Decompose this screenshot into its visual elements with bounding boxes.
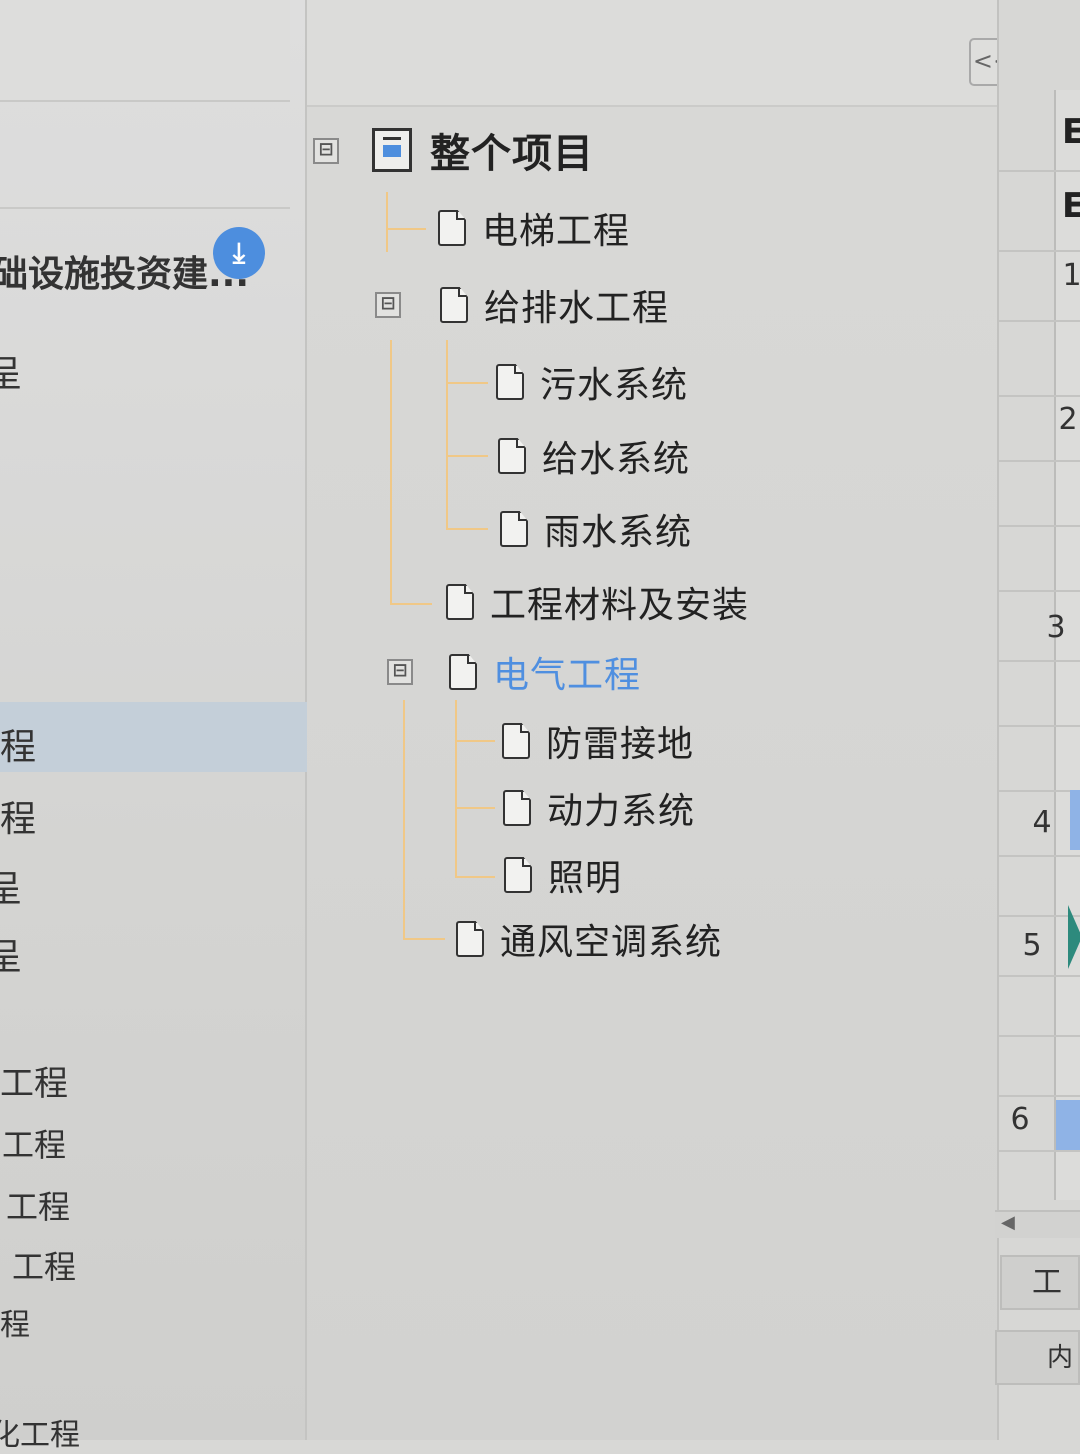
tree-node-label: 动力系统 (547, 791, 696, 832)
document-icon (503, 790, 531, 826)
document-icon (496, 364, 524, 400)
document-icon (504, 857, 532, 893)
column-header[interactable]: E (1062, 112, 1080, 152)
document-icon (456, 921, 484, 957)
left-item[interactable]: 工程 (6, 1182, 70, 1228)
tree-line (448, 528, 488, 530)
expander-toggle[interactable]: ⊟ (387, 659, 413, 685)
project-name[interactable]: 础设施投资建... (0, 245, 249, 297)
tree-line (448, 455, 488, 457)
tree-line (403, 700, 405, 940)
tree-node-label: 工程材料及安装 (490, 585, 750, 626)
tree-node[interactable]: 雨水系统 (500, 507, 692, 553)
tree-node-label: 给水系统 (542, 439, 691, 480)
expander-toggle[interactable]: ⊟ (313, 138, 339, 164)
tree-node-label: 雨水系统 (544, 512, 693, 553)
left-item[interactable]: 工程 (0, 1056, 68, 1105)
tree-node[interactable]: 电梯工程 (438, 206, 630, 252)
sheet-tab[interactable]: 内 (995, 1330, 1080, 1385)
tree-node[interactable]: 通风空调系统 (456, 917, 722, 963)
left-panel: ⤓ 础设施投资建... 呈 程 程 呈 呈 工程 工程 工程 工程 程 化工程 (0, 0, 312, 1453)
tree-line (457, 740, 495, 742)
tree-node[interactable]: 动力系统 (503, 786, 695, 832)
left-item[interactable]: 呈 (0, 860, 22, 912)
left-panel-toolbar: ⤓ (0, 102, 290, 279)
tree-toolbar (307, 0, 997, 107)
tree-line (448, 382, 488, 384)
left-item[interactable]: 化工程 (0, 1410, 80, 1454)
scroll-left-icon[interactable]: ◀ (995, 1210, 1080, 1238)
tree-node-selected[interactable]: 电气工程 (449, 650, 641, 696)
tree-line (392, 603, 432, 605)
left-item-selected[interactable] (0, 702, 312, 772)
tree-node[interactable]: 防雷接地 (502, 719, 694, 765)
selected-cell[interactable] (1056, 1100, 1080, 1150)
row-number[interactable]: 4 (1022, 805, 1062, 840)
tree-line (386, 228, 426, 230)
document-icon (502, 723, 530, 759)
tree-node[interactable]: 污水系统 (496, 360, 688, 406)
tree-node-root[interactable]: 整个项目 (372, 128, 594, 177)
tree-line (446, 340, 448, 530)
selected-cell[interactable] (1070, 790, 1080, 850)
tree-line (405, 938, 445, 940)
tree-node-label: 给排水工程 (484, 288, 670, 329)
left-item[interactable]: 程 (0, 1300, 30, 1344)
row-number[interactable]: 1 (1052, 258, 1080, 293)
row-number[interactable]: 2 (1048, 402, 1080, 437)
document-icon (500, 511, 528, 547)
tree-node-label: 通风空调系统 (500, 922, 723, 963)
tree-node-label: 污水系统 (540, 365, 689, 406)
tree-line (457, 876, 495, 878)
tree-node-label: 电气工程 (493, 655, 642, 696)
tree-line (455, 700, 457, 878)
left-item[interactable]: 呈 (0, 345, 22, 397)
document-icon (438, 210, 466, 246)
document-icon (446, 584, 474, 620)
row-marker-icon (1068, 905, 1080, 969)
tree-node-label: 照明 (548, 858, 623, 899)
left-item[interactable]: 呈 (0, 928, 22, 980)
project-icon (372, 128, 412, 172)
left-item[interactable]: 程 (0, 790, 36, 842)
tree-node[interactable]: 给水系统 (498, 434, 690, 480)
tree-line (390, 340, 392, 605)
tree-node[interactable]: 工程材料及安装 (446, 580, 749, 626)
row-number[interactable]: 5 (1012, 928, 1052, 963)
left-item[interactable]: 工程 (12, 1242, 76, 1288)
tree-line (457, 807, 495, 809)
tree-node-label: 电梯工程 (482, 211, 631, 252)
document-icon (498, 438, 526, 474)
document-icon (449, 654, 477, 690)
tree-line (386, 192, 388, 252)
document-icon (440, 287, 468, 323)
row-number[interactable]: 3 (1036, 610, 1076, 645)
left-item[interactable]: 工程 (2, 1120, 66, 1166)
tree-node[interactable]: 给排水工程 (440, 283, 669, 329)
column-header[interactable]: E (1062, 186, 1080, 226)
grid-column[interactable] (1054, 90, 1080, 1200)
expander-toggle[interactable]: ⊟ (375, 292, 401, 318)
tree-node-label: 防雷接地 (546, 724, 695, 765)
left-item[interactable]: 程 (0, 718, 36, 770)
tree-node[interactable]: 照明 (504, 853, 622, 899)
tree-node-label: 整个项目 (430, 131, 594, 177)
sheet-tab[interactable]: 工 (1000, 1255, 1080, 1310)
row-number[interactable]: 6 (1000, 1102, 1040, 1137)
left-panel-header (0, 0, 290, 102)
